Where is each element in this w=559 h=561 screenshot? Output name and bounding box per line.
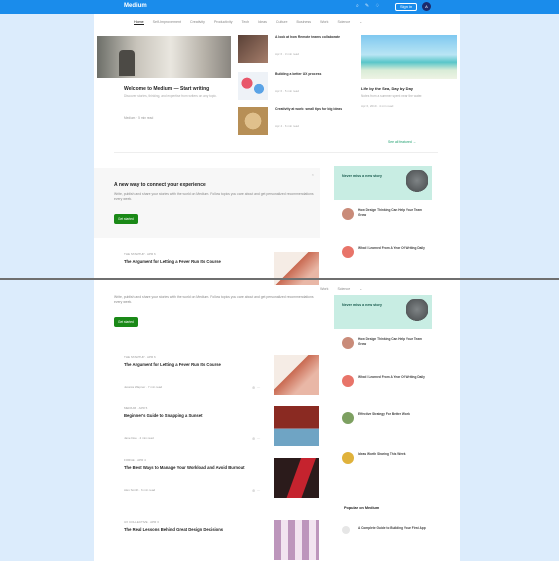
topic-avatar xyxy=(342,412,354,424)
article-row[interactable]: THE STARTUP · APR 6 The Argument for Let… xyxy=(124,355,320,399)
article-publication: THE STARTUP · APR 6 xyxy=(124,252,156,256)
scroll-seam-divider xyxy=(0,278,559,280)
newsletter-title: Never miss a new story xyxy=(342,303,382,307)
list-item[interactable]: A look at how Remote teams collaborate A… xyxy=(238,35,354,63)
hero-meta: Medium · 5 min read xyxy=(124,116,154,120)
article-title[interactable]: The Argument for Letting a Fever Run Its… xyxy=(124,259,269,265)
article-publication: FORGE · APR 4 xyxy=(124,458,146,462)
sign-in-button[interactable]: Sign in xyxy=(395,3,418,11)
nav-more-icon[interactable]: ⌄ xyxy=(359,20,362,24)
article-publication: UX COLLECTIVE · APR 3 xyxy=(124,520,159,524)
nav-more-icon[interactable]: ⌄ xyxy=(359,287,362,291)
article-row[interactable]: UX COLLECTIVE · APR 3 The Real Lessons B… xyxy=(124,520,320,561)
article-thumbnail xyxy=(274,406,319,446)
get-started-button[interactable]: Get started xyxy=(114,214,138,224)
article-title[interactable]: Beginner's Guide to Snapping a Sunset xyxy=(124,413,269,419)
thumbnail-image xyxy=(238,107,268,135)
article-meta: Jessica Wapner · 7 min read xyxy=(124,385,163,389)
article-meta: Jane Doe · 4 min read xyxy=(124,436,154,440)
popular-heading: Popular on Medium xyxy=(344,506,380,510)
illustration-icon xyxy=(406,299,428,325)
list-item-meta: Apr 6 · 3 min read xyxy=(275,52,300,56)
bookmark-icon[interactable]: ⊕ ⋯ xyxy=(252,488,260,493)
article-title[interactable]: The Argument for Letting a Fever Run Its… xyxy=(124,362,269,368)
newsletter-box[interactable]: Never miss a new story xyxy=(334,295,432,329)
topic-avatar xyxy=(342,337,354,349)
nav-item[interactable]: Science xyxy=(337,287,350,291)
write-icon[interactable]: ✎ xyxy=(365,3,369,9)
featured-subtitle: Notes from a summer spent near the water… xyxy=(361,94,423,98)
promo-title: A new way to connect your experience xyxy=(114,182,206,188)
nav-item[interactable]: Work xyxy=(320,20,328,24)
topic-title[interactable]: Ideas Worth Sharing This Week xyxy=(358,452,428,457)
nav-item[interactable]: Business xyxy=(297,20,312,24)
top-bar: Medium ⌕ ✎ ♢ Sign in A xyxy=(0,0,559,14)
nav-item[interactable]: Tech xyxy=(242,20,250,24)
list-item-title[interactable]: A look at how Remote teams collaborate xyxy=(275,35,353,40)
newsletter-title: Never miss a new story xyxy=(342,174,382,178)
promo-card: A new way to connect your experience Wri… xyxy=(94,168,320,238)
top-nav: Home Self-Improvement Creativity Product… xyxy=(94,17,460,27)
featured-image[interactable] xyxy=(361,35,457,79)
topic-avatar xyxy=(342,246,354,258)
hero-image[interactable] xyxy=(97,36,231,78)
brand-logo[interactable]: Medium xyxy=(124,3,147,9)
topic-avatar xyxy=(342,375,354,387)
article-publication: MEDIUM · APR 5 xyxy=(124,406,148,410)
nav-item[interactable]: Science xyxy=(337,20,350,24)
nav-item-home[interactable]: Home xyxy=(134,20,144,25)
topic-title[interactable]: What I Learned From A Year Of Writing Da… xyxy=(358,375,428,380)
article-publication: THE STARTUP · APR 6 xyxy=(124,355,156,359)
list-item[interactable]: Building a better UX process Apr 6 · 5 m… xyxy=(238,72,354,100)
bookmark-icon[interactable]: ⊕ ⋯ xyxy=(252,436,260,441)
close-icon[interactable]: × xyxy=(312,172,314,177)
nav-item[interactable]: Work xyxy=(320,287,328,291)
list-item-title[interactable]: Creativity at work: small tips for big i… xyxy=(275,107,353,112)
article-thumbnail xyxy=(274,458,319,498)
notification-icon[interactable]: ♢ xyxy=(375,3,379,9)
featured-title[interactable]: Life by the Sea, Day by Day xyxy=(361,86,413,91)
promo-text: Write, publish and share your stories wi… xyxy=(114,192,314,201)
get-started-button[interactable]: Get started xyxy=(114,317,138,327)
thumbnail-image xyxy=(238,72,268,100)
article-title[interactable]: The Best Ways to Manage Your Workload an… xyxy=(124,465,269,471)
illustration-icon xyxy=(406,170,428,196)
nav-item[interactable]: Self-Improvement xyxy=(153,20,181,24)
list-item-meta: Apr 4 · 6 min read xyxy=(275,124,300,128)
popular-icon xyxy=(342,526,350,534)
promo-card: Write, publish and share your stories wi… xyxy=(94,285,320,335)
avatar[interactable]: A xyxy=(422,2,431,11)
hero-subtitle: Discover stories, thinking, and expertis… xyxy=(124,94,217,98)
topic-title[interactable]: What I Learned From A Year Of Writing Da… xyxy=(358,246,428,251)
list-item-meta: Apr 6 · 5 min read xyxy=(275,89,300,93)
nav-item[interactable]: Creativity xyxy=(190,20,205,24)
top-icons: ⌕ ✎ ♢ xyxy=(356,3,380,9)
see-all-link[interactable]: See all featured → xyxy=(388,140,416,144)
bookmark-icon[interactable]: ⊕ ⋯ xyxy=(252,385,260,390)
topic-title[interactable]: How Design Thinking Can Help Your Team G… xyxy=(358,208,428,217)
list-item[interactable]: Creativity at work: small tips for big i… xyxy=(238,107,354,135)
topic-avatar xyxy=(342,452,354,464)
list-item-title[interactable]: Building a better UX process xyxy=(275,72,353,77)
article-thumbnail xyxy=(274,520,319,560)
hero-title[interactable]: Welcome to Medium — Start writing xyxy=(124,86,234,92)
newsletter-box[interactable]: Never miss a new story xyxy=(334,166,432,200)
article-row[interactable]: MEDIUM · APR 5 Beginner's Guide to Snapp… xyxy=(124,406,320,450)
topic-title[interactable]: Effective Strategy For Better Work xyxy=(358,412,428,417)
nav-item[interactable]: Ideas xyxy=(258,20,267,24)
article-row[interactable]: FORGE · APR 4 The Best Ways to Manage Yo… xyxy=(124,458,320,502)
topic-avatar xyxy=(342,208,354,220)
article-title[interactable]: The Real Lessons Behind Great Design Dec… xyxy=(124,527,269,533)
popular-title[interactable]: A Complete Guide to Building Your First … xyxy=(358,526,428,531)
nav-item[interactable]: Culture xyxy=(276,20,288,24)
promo-text: Write, publish and share your stories wi… xyxy=(114,295,314,304)
nav-item[interactable]: Productivity xyxy=(214,20,233,24)
article-thumbnail xyxy=(274,355,319,395)
topic-title[interactable]: How Design Thinking Can Help Your Team G… xyxy=(358,337,428,346)
thumbnail-image xyxy=(238,35,268,63)
search-icon[interactable]: ⌕ xyxy=(356,3,359,9)
divider xyxy=(114,152,438,153)
featured-meta: Apr 6, 2019 · 4 min read xyxy=(361,104,394,108)
article-meta: Alex Smith · 6 min read xyxy=(124,488,156,492)
